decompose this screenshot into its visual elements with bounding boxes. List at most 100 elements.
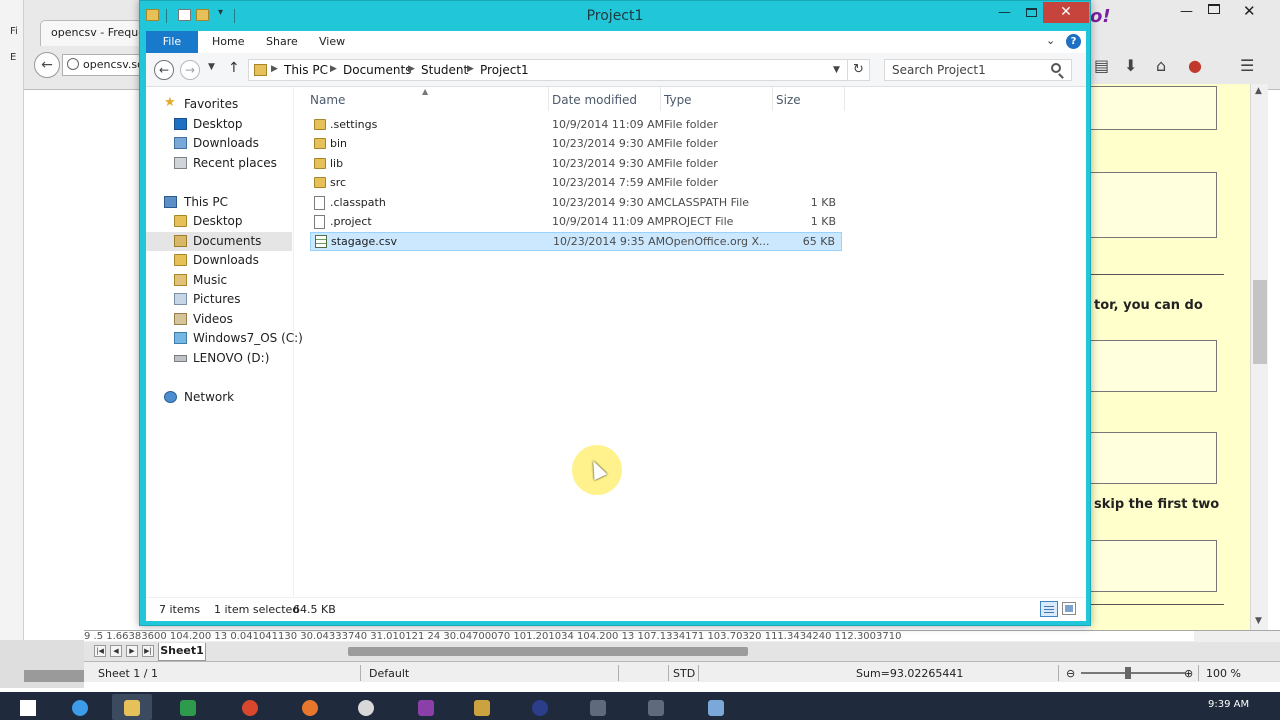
column-divider[interactable] — [844, 87, 845, 111]
breadcrumb-this-pc[interactable]: This PC — [284, 63, 328, 77]
nav-this-pc[interactable]: This PC — [146, 193, 292, 212]
prev-sheet-icon[interactable]: ◀ — [110, 645, 122, 657]
nav-item-desktop[interactable]: Desktop — [146, 115, 292, 134]
taskbar-clock[interactable]: 9:39 AM — [1208, 699, 1249, 710]
browser-back-button[interactable]: ← — [34, 52, 60, 78]
file-row[interactable]: lib 10/23/2014 9:30 AM File folder — [310, 155, 842, 174]
taskbar-app[interactable] — [578, 694, 618, 720]
chevron-down-icon[interactable]: ▾ — [218, 7, 223, 18]
up-button[interactable]: ↑ — [228, 60, 240, 76]
column-divider[interactable] — [660, 87, 661, 111]
breadcrumb-separator[interactable]: ▶ — [271, 64, 278, 74]
tab-share[interactable]: Share — [266, 35, 298, 48]
system-tray[interactable] — [1110, 701, 1190, 711]
close-button[interactable]: ✕ — [1043, 2, 1089, 23]
forward-button[interactable]: → — [180, 60, 200, 80]
taskbar-eclipse[interactable] — [520, 694, 560, 720]
search-icon[interactable] — [1051, 63, 1061, 73]
scrollbar-thumb[interactable] — [1253, 280, 1267, 364]
zoom-slider[interactable] — [1081, 672, 1185, 674]
nav-item-drive-d[interactable]: LENOVO (D:) — [146, 349, 292, 368]
file-row-selected[interactable]: stagage.csv 10/23/2014 9:35 AM OpenOffic… — [310, 232, 842, 251]
file-row[interactable]: src 10/23/2014 7:59 AM File folder — [310, 174, 842, 193]
breadcrumb-student[interactable]: Student — [421, 63, 468, 77]
sheet-tab[interactable]: Sheet1 — [158, 643, 206, 661]
menu-icon[interactable]: ☰ — [1240, 56, 1254, 75]
zoom-out-icon[interactable]: ⊖ — [1066, 667, 1075, 680]
page-scrollbar[interactable]: ▲ ▼ — [1250, 84, 1268, 630]
zoom-in-icon[interactable]: ⊕ — [1184, 667, 1193, 680]
address-bar[interactable]: ▶ This PC ▶ Documents ▶ Student ▶ Projec… — [248, 59, 848, 81]
search-box[interactable] — [884, 59, 1072, 81]
taskbar-firefox[interactable] — [290, 694, 330, 720]
nav-item-videos[interactable]: Videos — [146, 310, 292, 329]
spreadsheet-cells[interactable]: 9 .5 1.66383600 104.200 13 0.041041130 3… — [84, 631, 1194, 641]
home-icon[interactable]: ⌂ — [1156, 56, 1166, 75]
tab-view[interactable]: View — [319, 35, 345, 48]
addon-icon[interactable]: ● — [1188, 56, 1202, 75]
large-icons-view-button[interactable] — [1062, 602, 1076, 615]
tab-file[interactable]: File — [146, 31, 198, 53]
menu-edit[interactable]: E — [10, 52, 16, 63]
refresh-button[interactable]: ↻ — [848, 59, 870, 81]
column-divider[interactable] — [548, 87, 549, 111]
menu-file[interactable]: Fi — [10, 26, 18, 37]
nav-item-desktop[interactable]: Desktop — [146, 212, 292, 231]
scroll-bar[interactable] — [24, 670, 84, 682]
nav-item-drive-c[interactable]: Windows7_OS (C:) — [146, 329, 303, 348]
properties-icon[interactable] — [178, 9, 191, 21]
nav-item-music[interactable]: Music — [146, 271, 292, 290]
taskbar-chrome[interactable] — [230, 694, 270, 720]
clipboard-icon[interactable]: ▤ — [1094, 56, 1109, 75]
column-header-type[interactable]: Type — [664, 93, 692, 107]
zoom-level[interactable]: 100 % — [1206, 667, 1241, 680]
taskbar-ie[interactable] — [60, 694, 100, 720]
zoom-slider-thumb[interactable] — [1125, 667, 1131, 679]
new-folder-icon[interactable] — [196, 9, 209, 21]
browser-close-button[interactable]: ✕ — [1243, 2, 1256, 20]
browser-minimize-button[interactable]: — — [1180, 4, 1193, 19]
nav-item-documents[interactable]: Documents — [146, 232, 292, 251]
breadcrumb-project1[interactable]: Project1 — [480, 63, 529, 77]
minimize-button[interactable]: — — [998, 5, 1011, 20]
selection-mode[interactable]: STD — [673, 667, 695, 680]
file-row[interactable]: .settings 10/9/2014 11:09 AM File folder — [310, 116, 842, 135]
download-icon[interactable]: ⬇ — [1124, 56, 1137, 75]
column-divider[interactable] — [772, 87, 773, 111]
taskbar-app[interactable] — [462, 694, 502, 720]
first-sheet-icon[interactable]: |◀ — [94, 645, 106, 657]
taskbar-app[interactable] — [346, 694, 386, 720]
nav-item-pictures[interactable]: Pictures — [146, 290, 292, 309]
file-row[interactable]: .project 10/9/2014 11:09 AM PROJECT File… — [310, 213, 842, 232]
sheet-horizontal-scroll[interactable] — [348, 647, 748, 656]
back-button[interactable]: ← — [154, 60, 174, 80]
taskbar-app[interactable] — [406, 694, 446, 720]
details-view-button[interactable] — [1040, 601, 1058, 617]
nav-item-downloads[interactable]: Downloads — [146, 251, 292, 270]
nav-network[interactable]: Network — [146, 388, 292, 407]
breadcrumb-documents[interactable]: Documents — [343, 63, 411, 77]
last-sheet-icon[interactable]: ▶| — [142, 645, 154, 657]
taskbar-app[interactable] — [636, 694, 676, 720]
chevron-down-icon[interactable]: ▼ — [833, 65, 840, 75]
nav-item-recent-places[interactable]: Recent places — [146, 154, 292, 173]
title-bar[interactable]: Project1 ▾ — ✕ — [140, 1, 1090, 31]
breadcrumb-separator[interactable]: ▶ — [408, 64, 415, 74]
help-icon[interactable]: ? — [1066, 34, 1081, 49]
column-header-size[interactable]: Size — [776, 93, 801, 107]
browser-url-bar[interactable]: opencsv.so — [62, 54, 142, 76]
maximize-button[interactable] — [1026, 8, 1037, 17]
start-button[interactable] — [8, 694, 48, 720]
next-sheet-icon[interactable]: ▶ — [126, 645, 138, 657]
taskbar-app[interactable] — [696, 694, 736, 720]
file-row[interactable]: bin 10/23/2014 9:30 AM File folder — [310, 135, 842, 154]
browser-maximize-button[interactable] — [1208, 4, 1220, 14]
scroll-down-icon[interactable]: ▼ — [1255, 616, 1262, 626]
scroll-up-icon[interactable]: ▲ — [1255, 86, 1262, 96]
column-header-name[interactable]: Name — [310, 93, 345, 107]
tab-home[interactable]: Home — [212, 35, 244, 48]
recent-locations-icon[interactable]: ▼ — [208, 62, 215, 72]
expand-ribbon-icon[interactable]: ⌄ — [1046, 34, 1055, 47]
column-header-date[interactable]: Date modified — [552, 93, 637, 107]
nav-item-downloads[interactable]: Downloads — [146, 134, 292, 153]
